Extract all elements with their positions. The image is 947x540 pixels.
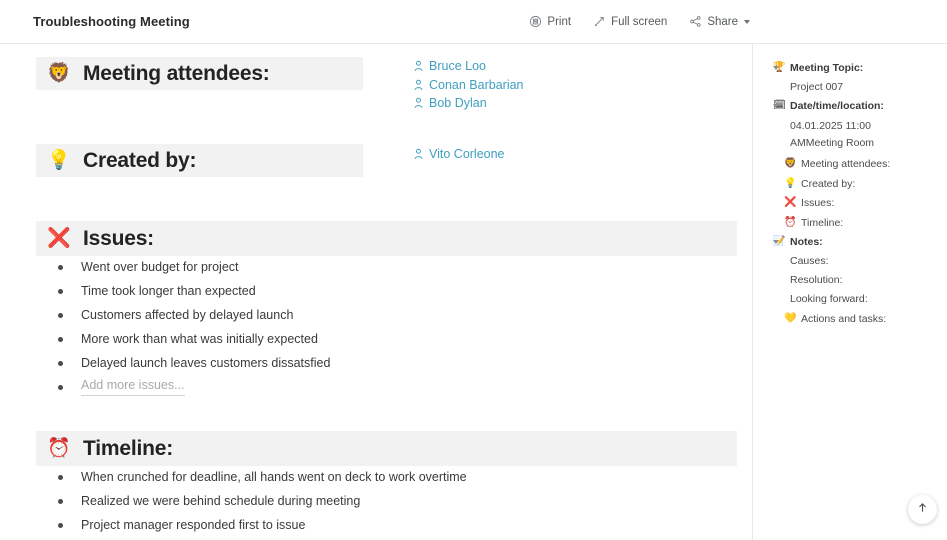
alarm-clock-emoji: ⏰ [47,438,71,459]
outline-item-7[interactable]: ⏰ Timeline: [753,213,947,233]
outline-item-label: Meeting attendees: [801,157,891,170]
outline-item-label: Notes: [790,236,823,249]
section-header-created_by[interactable]: 💡 Created by: [36,144,363,177]
person-list-created_by: Vito Corleone [414,145,505,164]
section-title-attendees: Meeting attendees: [83,61,270,85]
outline-item-label: Timeline: [801,216,844,229]
share-icon [689,15,702,28]
section-title-created_by: Created by: [83,148,197,172]
list-item[interactable]: When crunched for deadline, all hands we… [36,465,467,489]
person-name: Bob Dylan [429,96,487,110]
yellow-heart-emoji: 💛 [784,312,797,324]
person-list-attendees: Bruce Loo Conan Barbarian Bob Dylan [414,57,524,113]
bullet-dot [58,498,63,504]
person-name: Conan Barbarian [429,77,524,92]
outline-item-label: Actions and tasks: [801,312,887,325]
outline-value-line: 04.01.2025 11:00 [790,120,871,133]
full-screen-button[interactable]: Full screen [593,15,667,28]
section-header-attendees[interactable]: 🦁 Meeting attendees: [36,57,363,90]
outline-item-2[interactable]: 🗓 Date/time/location: [753,97,947,117]
bullet-dot [58,312,63,318]
section-header-issues[interactable]: ❌ Issues: [36,221,737,256]
outline-item-label: Meeting Topic: [790,61,864,74]
print-label: Print [547,15,572,28]
twisty-toggle-icon[interactable] [773,65,779,70]
print-button[interactable]: Print [529,15,571,28]
cross-mark-emoji: ❌ [784,197,797,209]
arrow-up-icon [916,501,929,519]
list-item-text: Project manager responded first to issue [81,518,306,532]
list-item-text: Time took longer than expected [81,284,256,298]
outline-item-8[interactable]: 📝 Notes: [753,233,947,253]
print-icon [529,15,542,28]
cross-mark-emoji: ❌ [47,228,71,249]
outline-item-6[interactable]: ❌ Issues: [753,193,947,213]
document-canvas: 🦁 Meeting attendees: Bruce Loo Conan Barbar… [0,44,752,540]
share-label: Share [707,15,738,28]
outline-value[interactable]: Looking forward: [753,290,947,309]
add-more-placeholder: Add more issues... [81,375,185,396]
bullet-dot [58,474,63,480]
section-header-timeline[interactable]: ⏰ Timeline: [36,431,737,466]
bullet-list-issues: Went over budget for project Time took lo… [36,255,330,396]
list-item[interactable]: Project manager responded first to issue [36,513,467,537]
add-more-item[interactable]: Add more issues... [36,375,330,396]
list-item[interactable]: Time took longer than expected [36,279,330,303]
list-item-text: More work than what was initially expect… [81,332,318,346]
twisty-toggle-icon[interactable] [773,240,779,245]
toolbar-actions: Print Full screen Share [529,15,750,28]
list-item-text: Delayed launch leaves customers dissatsf… [81,356,331,370]
person-name: Vito Corleone [429,147,505,161]
lion-face-emoji: 🦁 [47,63,71,84]
outline-value[interactable]: 04.01.2025 11:00 AMMeeting Room [753,116,947,154]
outline-value[interactable]: Project 007 [753,78,947,97]
bullet-dot [58,336,63,342]
list-item[interactable]: More work than what was initially expect… [36,327,330,351]
person-link[interactable]: Bob Dylan [414,94,524,113]
section-title-timeline: Timeline: [83,436,174,460]
full-screen-label: Full screen [611,15,668,28]
share-button[interactable]: Share [689,15,750,28]
outline-value[interactable]: Causes: [753,252,947,271]
top-toolbar: Troubleshooting Meeting Print Full scree… [0,0,947,44]
outline-item-label: Date/time/location: [790,100,884,113]
alarm-clock-emoji: ⏰ [784,216,797,228]
twisty-toggle-icon[interactable] [773,104,779,109]
outline-sidebar[interactable]: 🏆 Meeting Topic: Project 007 🗓 Date/time/loc… [752,44,947,540]
section-title-issues: Issues: [83,226,154,250]
bullet-list-timeline: When crunched for deadline, all hands we… [36,465,467,537]
list-item-text: When crunched for deadline, all hands we… [81,470,467,484]
list-item[interactable]: Realized we were behind schedule during … [36,489,467,513]
list-item-text: Customers affected by delayed launch [81,308,294,322]
light-bulb-emoji: 💡 [784,177,797,189]
list-item-text: Went over budget for project [81,260,239,274]
bullet-dot [58,288,63,294]
person-name: Bruce Loo [429,59,486,73]
outline-value-line: AMMeeting Room [790,136,875,149]
outline-value[interactable]: Resolution: [753,271,947,290]
bullet-dot [58,522,63,528]
outline-item-label: Issues: [801,197,835,210]
fullscreen-icon [593,15,606,28]
list-item-text: Realized we were behind schedule during … [81,494,361,508]
outline-item-5[interactable]: 💡 Created by: [753,174,947,194]
person-link[interactable]: Conan Barbarian [414,76,524,95]
lion-face-emoji: 🦁 [784,157,797,169]
bullet-dot [58,384,63,390]
scroll-to-top-button[interactable] [908,495,937,524]
outline-item-0[interactable]: 🏆 Meeting Topic: [753,58,947,78]
page-title: Troubleshooting Meeting [33,14,190,29]
person-link[interactable]: Bruce Loo [414,57,524,76]
light-bulb-emoji: 💡 [47,150,71,171]
outline-item-12[interactable]: 💛 Actions and tasks: [753,309,947,329]
chevron-down-icon [744,19,750,24]
list-item[interactable]: Went over budget for project [36,255,330,279]
outline-item-label: Created by: [801,177,856,190]
outline-item-4[interactable]: 🦁 Meeting attendees: [753,154,947,174]
list-item[interactable]: Customers affected by delayed launch [36,303,330,327]
bullet-dot [58,360,63,366]
person-link[interactable]: Vito Corleone [414,145,505,164]
bullet-dot [58,264,63,270]
list-item[interactable]: Delayed launch leaves customers dissatsf… [36,351,330,375]
